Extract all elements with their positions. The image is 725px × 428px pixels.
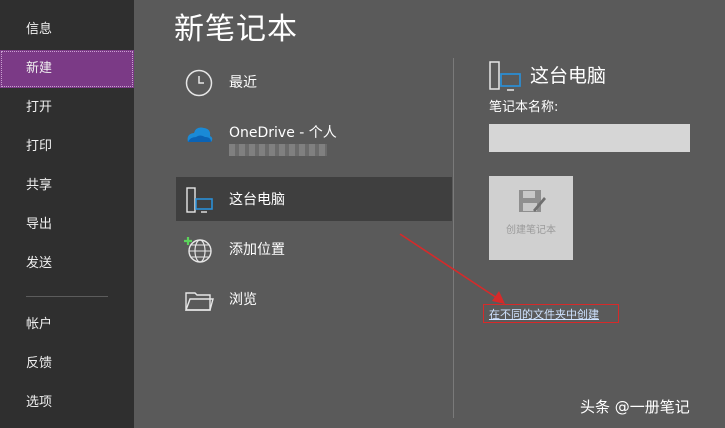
place-label: OneDrive - 个人 xyxy=(229,125,337,141)
place-browse[interactable]: 浏览 xyxy=(176,277,452,321)
place-onedrive[interactable]: OneDrive - 个人 xyxy=(176,110,452,156)
notebook-name-input[interactable] xyxy=(489,124,690,152)
sidebar-item-send[interactable]: 发送 xyxy=(0,245,134,283)
notebook-name-label: 笔记本名称: xyxy=(489,100,559,115)
place-label: 这台电脑 xyxy=(229,192,285,208)
create-notebook-button[interactable]: 创建笔记本 xyxy=(489,176,573,260)
sidebar-item-account[interactable]: 帐户 xyxy=(0,306,134,344)
place-recent[interactable]: 最近 xyxy=(176,60,452,104)
sidebar-item-new[interactable]: 新建 xyxy=(0,50,134,88)
place-add-location[interactable]: 添加位置 xyxy=(176,227,452,271)
sidebar-item-export[interactable]: 导出 xyxy=(0,206,134,244)
place-label: 最近 xyxy=(229,75,257,91)
main-panel: 新笔记本 最近 OneDrive - 个人 这台电脑 添加位置 浏览 这台电脑 … xyxy=(134,0,725,428)
create-notebook-label: 创建笔记本 xyxy=(506,225,556,236)
watermark: 头条 @一册笔记 xyxy=(580,398,690,416)
clock-icon xyxy=(185,69,213,97)
cloud-icon xyxy=(187,127,213,142)
computer-icon xyxy=(489,61,521,91)
folder-icon xyxy=(185,292,214,311)
sidebar-item-info[interactable]: 信息 xyxy=(0,11,134,49)
backstage-sidebar: 信息 新建 打开 打印 共享 导出 发送 帐户 反馈 选项 xyxy=(0,0,134,428)
globe-add-icon xyxy=(184,237,212,263)
sidebar-item-options[interactable]: 选项 xyxy=(0,384,134,422)
place-label: 浏览 xyxy=(229,292,257,308)
place-label: 添加位置 xyxy=(229,242,285,258)
location-title: 这台电脑 xyxy=(530,65,607,87)
sidebar-item-open[interactable]: 打开 xyxy=(0,89,134,127)
sidebar-item-print[interactable]: 打印 xyxy=(0,128,134,166)
annotation-box xyxy=(483,304,619,323)
computer-icon xyxy=(186,187,213,213)
panel-divider xyxy=(453,58,454,418)
account-redacted xyxy=(229,144,327,156)
save-notebook-icon xyxy=(519,190,546,212)
sidebar-item-feedback[interactable]: 反馈 xyxy=(0,345,134,383)
sidebar-divider xyxy=(26,296,108,297)
sidebar-item-share[interactable]: 共享 xyxy=(0,167,134,205)
page-title: 新笔记本 xyxy=(174,12,298,47)
place-this-pc[interactable]: 这台电脑 xyxy=(176,177,452,221)
